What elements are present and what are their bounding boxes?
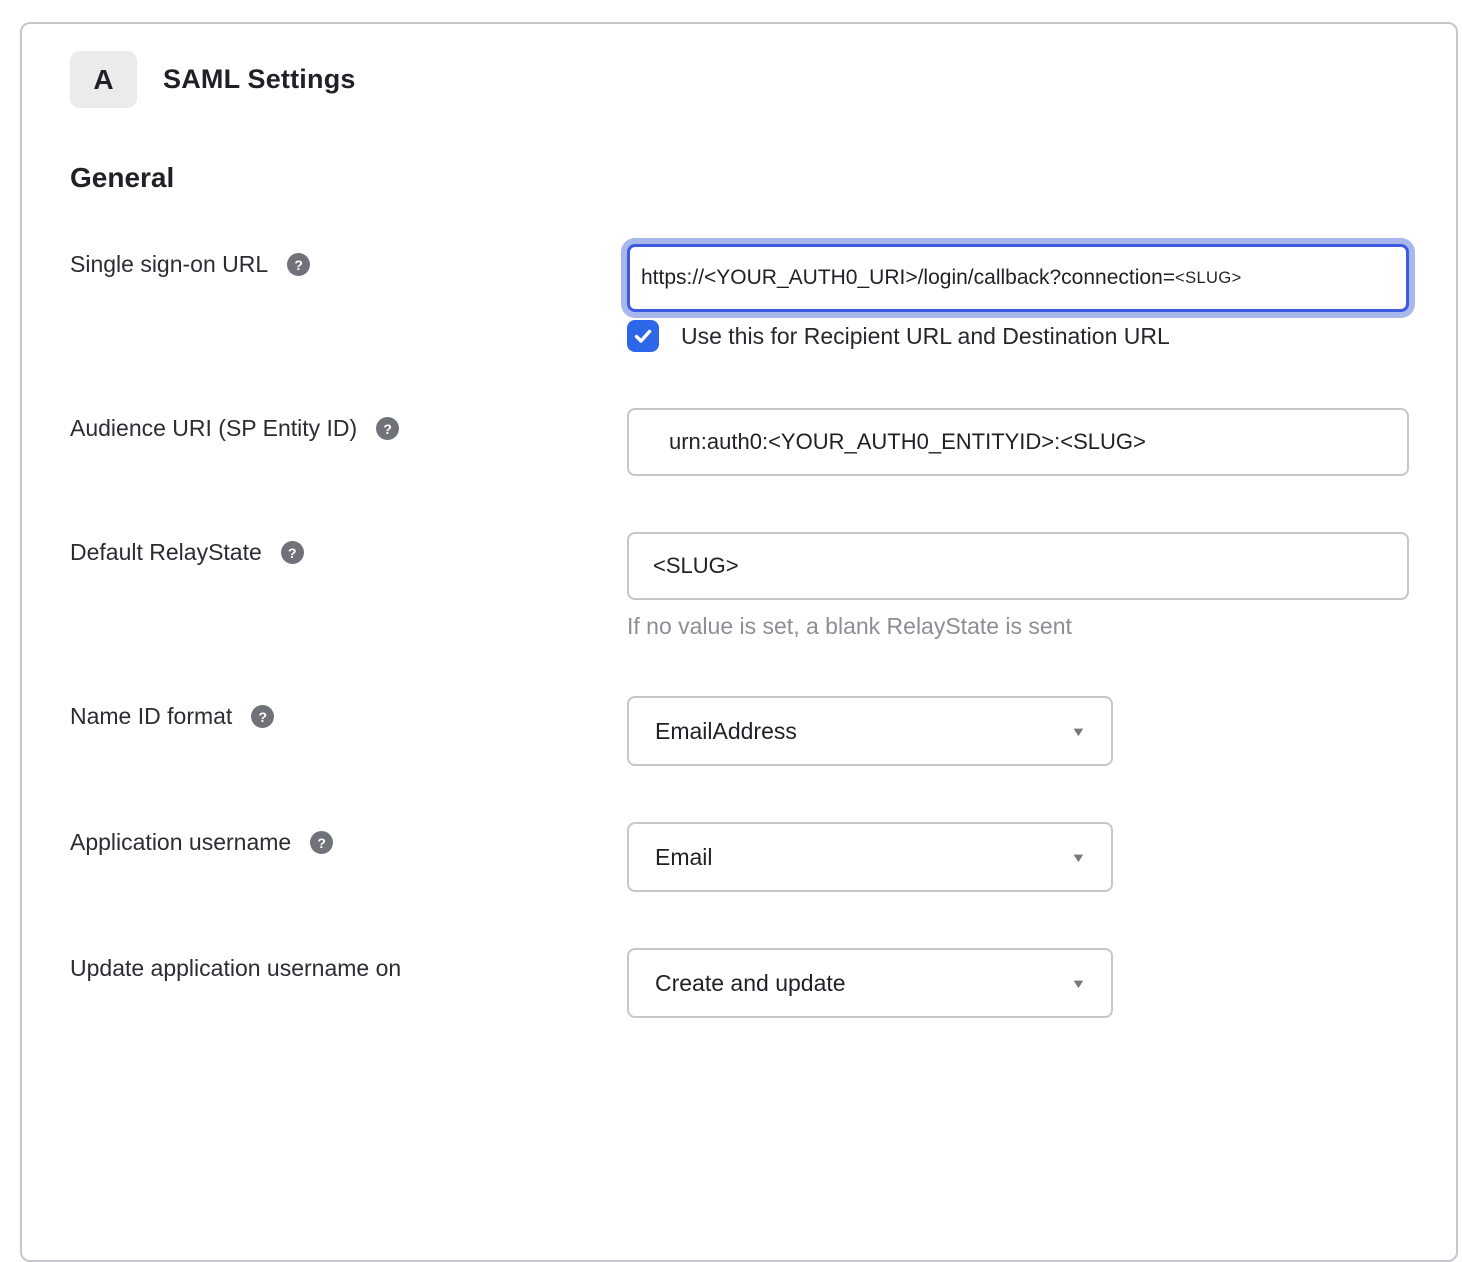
relay-state-control-cell: <SLUG> If no value is set, a blank Relay… [627,532,1409,640]
audience-uri-label: Audience URI (SP Entity ID) [70,415,357,442]
update-app-username-select[interactable]: Create and update ▼ [627,948,1113,1018]
chevron-down-icon: ▼ [1071,976,1087,991]
relay-state-hint: If no value is set, a blank RelayState i… [627,613,1409,640]
app-username-select[interactable]: Email ▼ [627,822,1113,892]
section-heading-general: General [70,162,1408,194]
panel-title: SAML Settings [163,64,356,95]
recipient-url-checkbox[interactable] [627,320,659,352]
audience-uri-input[interactable]: urn:auth0:<YOUR_AUTH0_ENTITYID>:<SLUG> [627,408,1409,476]
name-id-format-select[interactable]: EmailAddress ▼ [627,696,1113,766]
sso-url-label-cell: Single sign-on URL ? [70,244,627,278]
recipient-url-checkbox-row: Use this for Recipient URL and Destinati… [627,320,1409,352]
name-id-format-selected-value: EmailAddress [655,718,797,745]
help-icon[interactable]: ? [376,417,399,440]
help-glyph: ? [294,258,303,272]
sso-url-control-cell: https://<YOUR_AUTH0_URI>/login/callback?… [627,244,1409,352]
sso-url-value: https://<YOUR_AUTH0_URI>/login/callback?… [641,266,1175,290]
help-icon[interactable]: ? [281,541,304,564]
audience-uri-label-cell: Audience URI (SP Entity ID) ? [70,408,627,442]
name-id-format-control-cell: EmailAddress ▼ [627,696,1408,766]
saml-settings-panel: A SAML Settings General Single sign-on U… [20,22,1458,1262]
update-app-username-label: Update application username on [70,955,401,982]
sso-url-value-slug: <SLUG> [1175,269,1242,288]
checkmark-icon [633,326,653,346]
help-icon[interactable]: ? [287,253,310,276]
relay-state-label: Default RelayState [70,539,262,566]
sso-url-label: Single sign-on URL [70,251,268,278]
help-icon[interactable]: ? [310,831,333,854]
help-glyph: ? [317,836,326,850]
app-username-label: Application username [70,829,291,856]
form-row-relay-state: Default RelayState ? <SLUG> If no value … [70,532,1408,640]
relay-state-label-cell: Default RelayState ? [70,532,627,566]
app-username-control-cell: Email ▼ [627,822,1408,892]
form-row-sso-url: Single sign-on URL ? https://<YOUR_AUTH0… [70,244,1408,352]
form-row-audience-uri: Audience URI (SP Entity ID) ? urn:auth0:… [70,408,1408,476]
relay-state-input[interactable]: <SLUG> [627,532,1409,600]
audience-uri-control-cell: urn:auth0:<YOUR_AUTH0_ENTITYID>:<SLUG> [627,408,1409,476]
chevron-down-icon: ▼ [1071,850,1087,865]
form-row-name-id-format: Name ID format ? EmailAddress ▼ [70,696,1408,766]
help-glyph: ? [259,710,268,724]
sso-url-input[interactable]: https://<YOUR_AUTH0_URI>/login/callback?… [627,244,1409,312]
update-app-username-label-cell: Update application username on [70,948,627,982]
audience-uri-value: urn:auth0:<YOUR_AUTH0_ENTITYID>:<SLUG> [669,429,1146,455]
update-app-username-selected-value: Create and update [655,970,846,997]
relay-state-value: <SLUG> [653,553,739,579]
app-username-label-cell: Application username ? [70,822,627,856]
panel-header: A SAML Settings [70,51,1408,108]
section-letter-badge: A [70,51,137,108]
help-icon[interactable]: ? [251,705,274,728]
name-id-format-label-cell: Name ID format ? [70,696,627,730]
chevron-down-icon: ▼ [1071,724,1087,739]
help-glyph: ? [383,422,392,436]
form-row-update-app-username: Update application username on Create an… [70,948,1408,1018]
app-username-selected-value: Email [655,844,713,871]
recipient-url-checkbox-label: Use this for Recipient URL and Destinati… [681,323,1170,350]
form-row-app-username: Application username ? Email ▼ [70,822,1408,892]
update-app-username-control-cell: Create and update ▼ [627,948,1408,1018]
saml-settings-form: Single sign-on URL ? https://<YOUR_AUTH0… [70,244,1408,1018]
name-id-format-label: Name ID format [70,703,232,730]
help-glyph: ? [288,546,297,560]
